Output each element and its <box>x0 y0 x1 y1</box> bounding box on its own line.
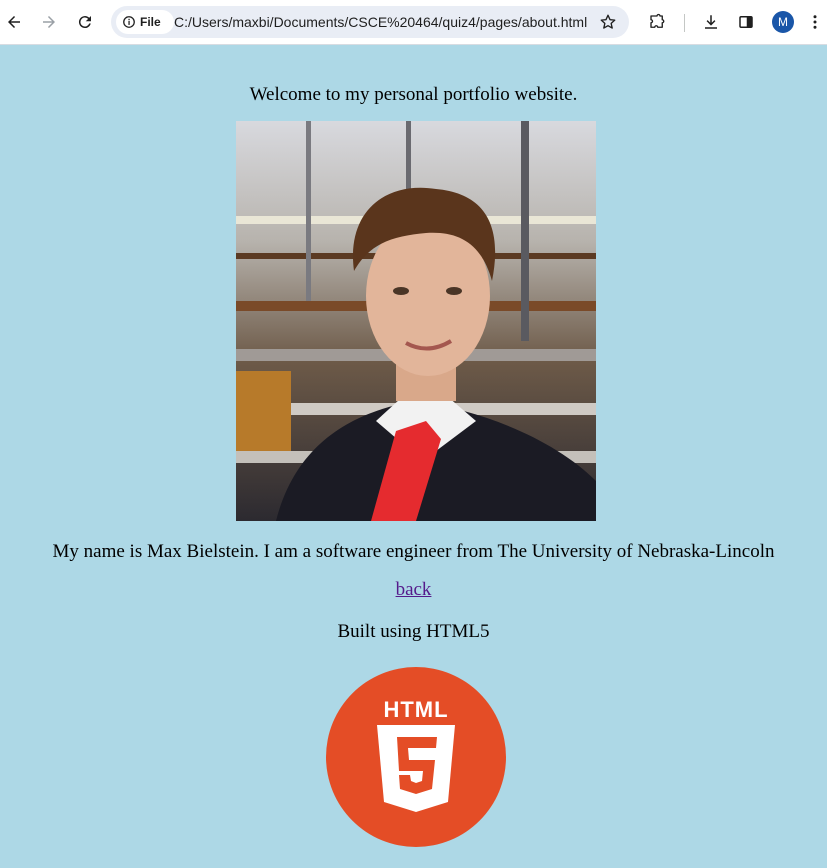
menu-dots-icon[interactable] <box>805 8 825 36</box>
extensions-icon[interactable] <box>643 8 671 36</box>
star-icon[interactable] <box>599 13 617 36</box>
back-link[interactable]: back <box>396 579 432 600</box>
html5-logo: HTML <box>326 667 506 847</box>
reload-icon[interactable] <box>71 8 99 36</box>
back-arrow-icon[interactable] <box>0 8 28 36</box>
site-info-chip[interactable]: File <box>116 10 174 34</box>
welcome-text: Welcome to my personal portfolio website… <box>249 84 578 105</box>
side-panel-icon[interactable] <box>732 8 760 36</box>
download-icon[interactable] <box>697 8 725 36</box>
back-link-container: back <box>0 579 827 601</box>
file-label: File <box>140 15 161 29</box>
address-bar[interactable]: File C:/Users/maxbi/Documents/CSCE%20464… <box>111 6 629 38</box>
built-with-text: Built using HTML5 <box>337 621 490 642</box>
info-icon <box>123 16 135 28</box>
intro-text: My name is Max Bielstein. I am a softwar… <box>52 541 775 562</box>
forward-arrow-icon[interactable] <box>35 8 63 36</box>
url-text[interactable]: C:/Users/maxbi/Documents/CSCE%20464/quiz… <box>174 14 587 30</box>
avatar[interactable]: M <box>772 11 794 33</box>
toolbar-separator <box>684 14 685 32</box>
browser-toolbar: File C:/Users/maxbi/Documents/CSCE%20464… <box>0 0 827 45</box>
html5-shield-icon <box>377 725 455 812</box>
profile-photo <box>236 121 596 521</box>
